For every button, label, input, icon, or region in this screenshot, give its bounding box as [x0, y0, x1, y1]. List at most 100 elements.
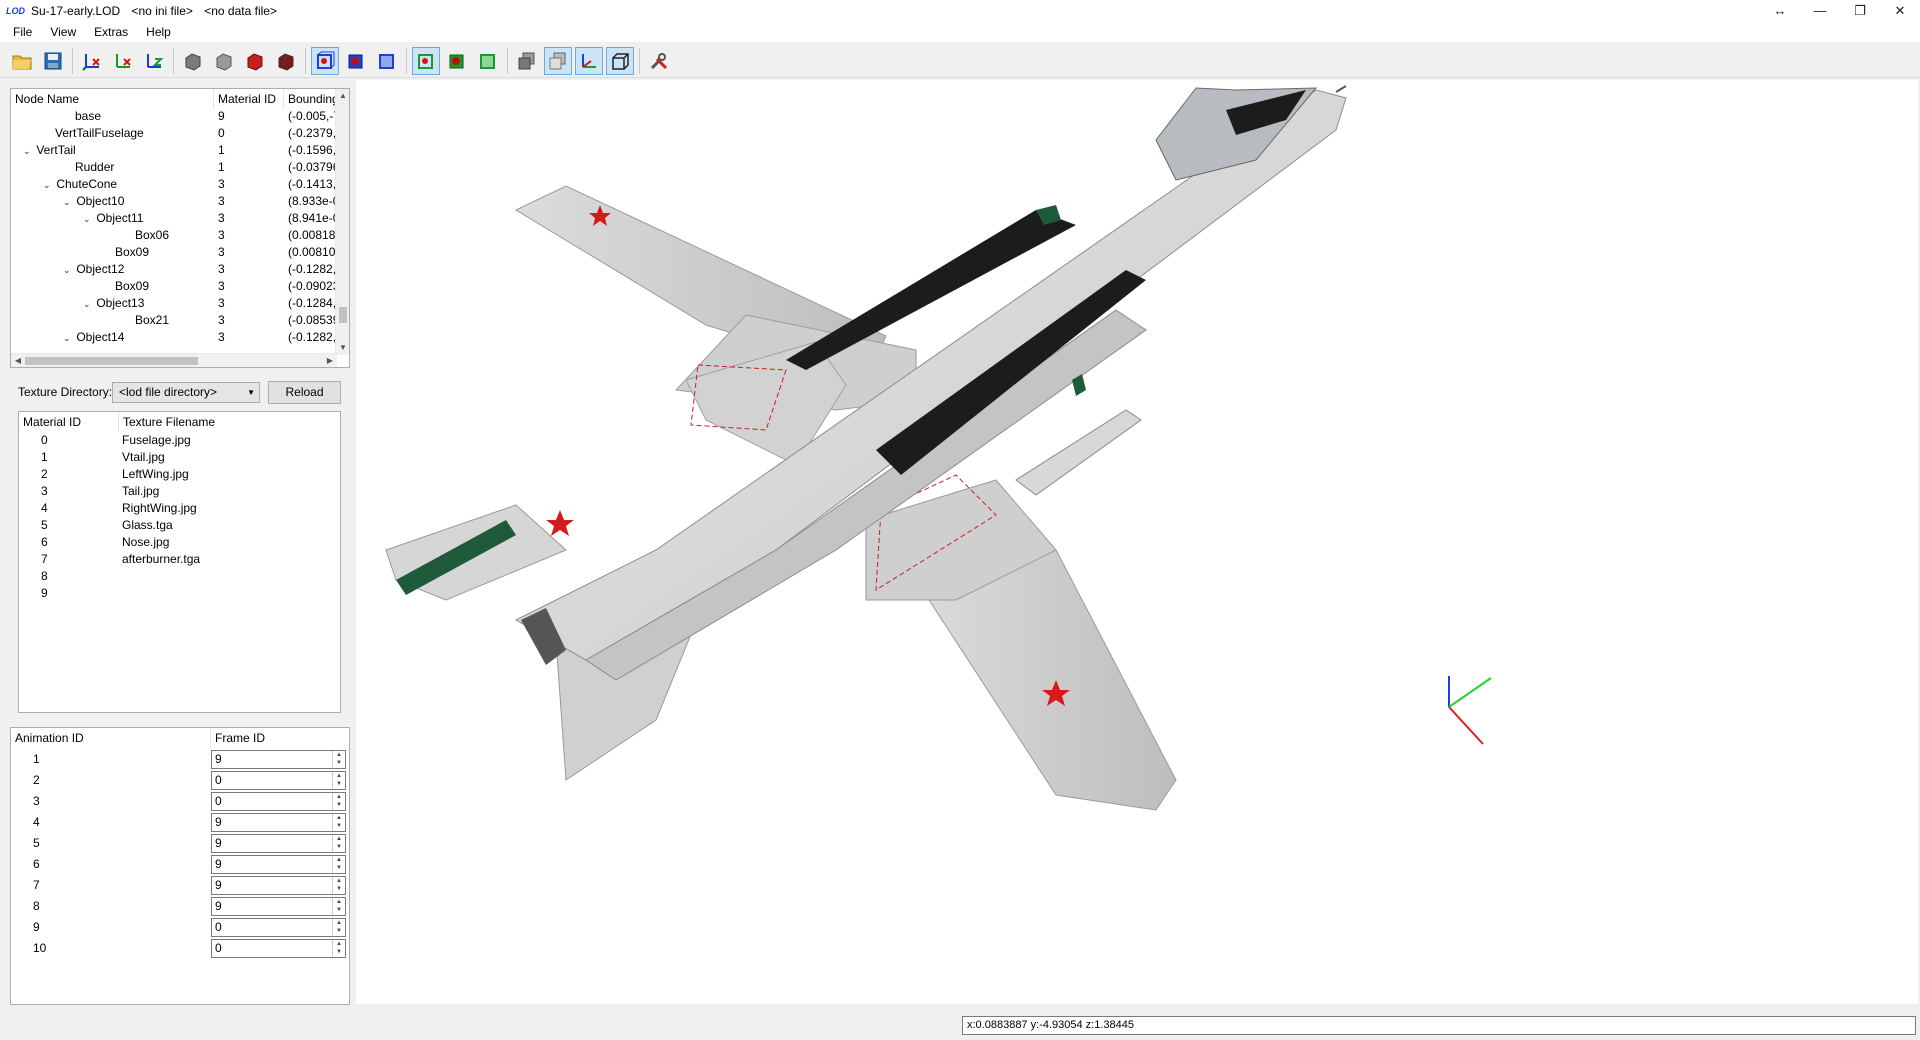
header-bounding[interactable]: Bounding: [284, 89, 336, 109]
axes-icon[interactable]: [575, 46, 603, 75]
node-tree[interactable]: Node Name Material ID Bounding base 9 (-0.…: [10, 88, 350, 368]
tree-row[interactable]: ⌄ Object13 3 (-0.1284,-: [11, 295, 340, 313]
bbox-green-outline-icon[interactable]: [474, 47, 502, 75]
texture-row[interactable]: 7 afterburner.tga: [19, 551, 340, 568]
resize-icon[interactable]: ↔: [1760, 0, 1800, 22]
expand-arrow-icon[interactable]: ⌄: [23, 143, 33, 160]
open-folder-icon[interactable]: [8, 47, 36, 75]
spin-arrows-icon[interactable]: ▲ ▼: [332, 751, 345, 768]
scroll-up-icon[interactable]: ▲: [336, 89, 349, 103]
tree-row[interactable]: ⌄ VertTail 1 (-0.1596,-: [11, 142, 340, 160]
cube-icon[interactable]: [606, 46, 634, 75]
shade-smooth-icon[interactable]: [210, 47, 238, 75]
close-button[interactable]: ✕: [1880, 0, 1920, 22]
tree-row[interactable]: ⌄ Object14 3 (-0.1282,-: [11, 329, 340, 347]
spin-arrows-icon[interactable]: ▲ ▼: [332, 835, 345, 852]
expand-arrow-icon[interactable]: ⌄: [63, 194, 73, 211]
spin-arrows-icon[interactable]: ▲ ▼: [332, 856, 345, 873]
shade-dark-icon[interactable]: [272, 47, 300, 75]
tree-row[interactable]: VertTailFuselage 0 (-0.2379,-: [11, 125, 340, 142]
spin-arrows-icon[interactable]: ▲ ▼: [332, 940, 345, 957]
header-material-id[interactable]: Material ID: [214, 89, 284, 109]
tree-row[interactable]: ⌄ ChuteCone 3 (-0.1413,-: [11, 176, 340, 194]
tree-row[interactable]: Box09 3 (0.008109: [11, 244, 342, 261]
scroll-left-icon[interactable]: ◀: [11, 354, 25, 367]
expand-arrow-icon[interactable]: ⌄: [63, 262, 73, 279]
tree-row[interactable]: ⌄ Object10 3 (8.933e-0: [11, 193, 339, 211]
shade-red-icon[interactable]: [241, 47, 269, 75]
frame-id-spinbox[interactable]: 9 ▲ ▼: [211, 834, 346, 853]
tree-vertical-scrollbar[interactable]: ▲ ▼: [335, 89, 349, 355]
spin-arrows-icon[interactable]: ▲ ▼: [332, 772, 345, 789]
frame-id-spinbox[interactable]: 9 ▲ ▼: [211, 897, 346, 916]
frame-id-spinbox[interactable]: 0 ▲ ▼: [211, 792, 346, 811]
menu-view[interactable]: View: [41, 22, 85, 42]
frame-id-spinbox[interactable]: 9 ▲ ▼: [211, 813, 346, 832]
expand-arrow-icon[interactable]: ⌄: [63, 330, 73, 347]
bbox-blue-icon[interactable]: [311, 46, 339, 75]
frame-id-spinbox[interactable]: 9 ▲ ▼: [211, 876, 346, 895]
bbox-blue-solid-icon[interactable]: [342, 47, 370, 75]
tree-horizontal-scrollbar[interactable]: ◀ ▶: [11, 353, 337, 367]
frame-id-spinbox[interactable]: 9 ▲ ▼: [211, 750, 346, 769]
tree-row[interactable]: Box21 3 (-0.08539,: [11, 312, 343, 329]
texture-row[interactable]: 4 RightWing.jpg: [19, 500, 340, 517]
texture-row[interactable]: 5 Glass.tga: [19, 517, 340, 534]
minimize-button[interactable]: —: [1800, 0, 1840, 22]
axis-x-icon[interactable]: [78, 47, 106, 75]
header-animation-id[interactable]: Animation ID: [11, 728, 211, 748]
restore-button[interactable]: ❐: [1840, 0, 1880, 22]
layers-texture-icon[interactable]: [544, 46, 572, 75]
3d-viewport[interactable]: [356, 80, 1918, 1004]
tree-row[interactable]: ⌄ Object11 3 (8.941e-0: [11, 210, 339, 228]
bbox-blue-outline-icon[interactable]: [373, 47, 401, 75]
header-frame-id[interactable]: Frame ID: [211, 728, 349, 748]
tree-row[interactable]: base 9 (-0.005,-7: [11, 108, 340, 125]
aircraft-model[interactable]: [356, 80, 1918, 1004]
texture-row[interactable]: 9: [19, 585, 340, 602]
header-material-id[interactable]: Material ID: [19, 412, 119, 432]
expand-arrow-icon[interactable]: ⌄: [83, 296, 93, 313]
texture-row[interactable]: 1 Vtail.jpg: [19, 449, 340, 466]
scroll-down-icon[interactable]: ▼: [336, 341, 349, 355]
tools-icon[interactable]: [645, 47, 673, 75]
axis-y-icon[interactable]: [109, 47, 137, 75]
tree-vscroll-thumb[interactable]: [339, 307, 347, 323]
menu-extras[interactable]: Extras: [85, 22, 137, 42]
texture-row[interactable]: 8: [19, 568, 340, 585]
frame-id-spinbox[interactable]: 9 ▲ ▼: [211, 855, 346, 874]
expand-arrow-icon[interactable]: ⌄: [83, 211, 93, 228]
spin-arrows-icon[interactable]: ▲ ▼: [332, 814, 345, 831]
header-node-name[interactable]: Node Name: [11, 89, 214, 109]
texture-row[interactable]: 6 Nose.jpg: [19, 534, 340, 551]
frame-id-spinbox[interactable]: 0 ▲ ▼: [211, 771, 346, 790]
bbox-green-icon[interactable]: [412, 46, 440, 75]
tree-row[interactable]: Rudder 1 (-0.03796,: [11, 159, 343, 176]
animation-list[interactable]: Animation ID Frame ID 1 9 ▲ ▼ 2 0 ▲ ▼ 3 0 ▲ ▼ 4 9 ▲ ▼ 5 9…: [10, 727, 350, 1005]
texture-row[interactable]: 2 LeftWing.jpg: [19, 466, 340, 483]
shade-flat-icon[interactable]: [179, 47, 207, 75]
spin-arrows-icon[interactable]: ▲ ▼: [332, 793, 345, 810]
reload-button[interactable]: Reload: [268, 381, 341, 404]
layers-gray-icon[interactable]: [513, 47, 541, 75]
spin-arrows-icon[interactable]: ▲ ▼: [332, 919, 345, 936]
texture-directory-select[interactable]: <lod file directory> ▼: [112, 382, 260, 403]
bbox-green-solid-icon[interactable]: [443, 47, 471, 75]
tree-row[interactable]: Box09 3 (-0.09023,: [11, 278, 343, 295]
save-icon[interactable]: [39, 47, 67, 75]
scroll-right-icon[interactable]: ▶: [323, 354, 337, 367]
tree-row[interactable]: ⌄ Object12 3 (-0.1282,-: [11, 261, 340, 279]
texture-list[interactable]: Material ID Texture Filename 0 Fuselage.j…: [18, 411, 341, 713]
frame-id-spinbox[interactable]: 0 ▲ ▼: [211, 939, 346, 958]
menu-help[interactable]: Help: [137, 22, 180, 42]
header-texture-filename[interactable]: Texture Filename: [119, 412, 340, 432]
texture-row[interactable]: 0 Fuselage.jpg: [19, 432, 340, 449]
tree-hscroll-thumb[interactable]: [25, 357, 198, 365]
frame-id-spinbox[interactable]: 0 ▲ ▼: [211, 918, 346, 937]
texture-row[interactable]: 3 Tail.jpg: [19, 483, 340, 500]
tree-row[interactable]: Box06 3 (0.008183: [11, 227, 342, 244]
expand-arrow-icon[interactable]: ⌄: [43, 177, 53, 194]
axis-z-icon[interactable]: [140, 47, 168, 75]
spin-arrows-icon[interactable]: ▲ ▼: [332, 877, 345, 894]
spin-arrows-icon[interactable]: ▲ ▼: [332, 898, 345, 915]
